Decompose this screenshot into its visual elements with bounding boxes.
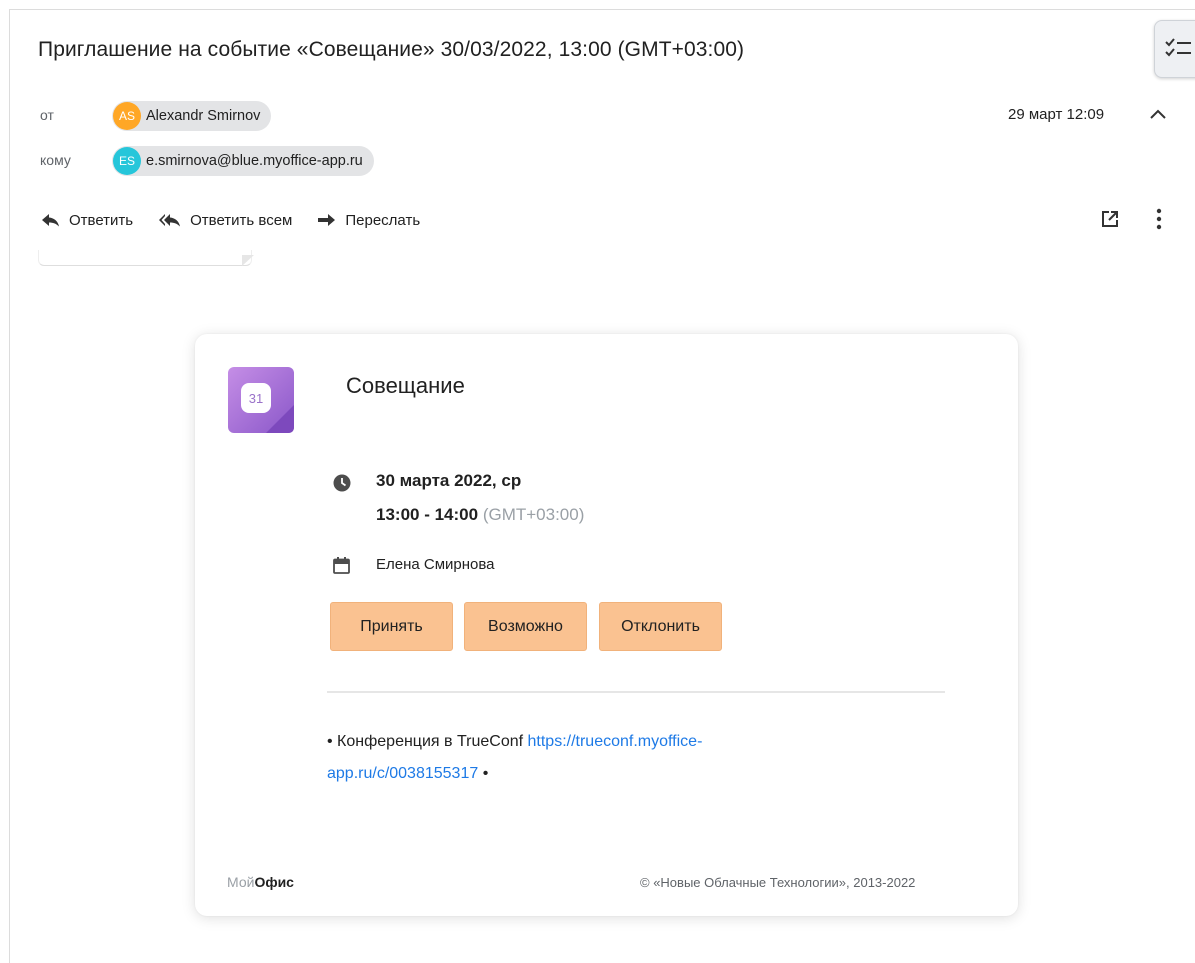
more-options-icon[interactable] [1155,208,1163,230]
event-organizer: Елена Смирнова [376,556,495,573]
calendar-icon [333,557,350,574]
clock-icon [333,474,351,492]
brand-light: Мой [227,874,255,890]
forward-label: Переслать [345,211,421,229]
copyright-text: © «Новые Облачные Технологии», 2013-2022 [640,875,916,890]
reply-all-icon [159,214,181,227]
open-in-new-window-icon[interactable] [1101,210,1119,228]
top-border [9,9,1195,10]
conference-suffix: • [478,765,489,782]
email-subject: Приглашение на событие «Совещание» 30/03… [38,38,745,61]
card-divider [327,691,945,693]
chevron-up-icon[interactable] [1149,108,1167,120]
task-toggle-button[interactable] [1154,20,1195,78]
sender-name: Alexandr Smirnov [146,108,261,124]
event-time: 13:00 - 14:00 (GMT+03:00) [376,505,584,525]
recipient-avatar: ES [113,147,141,175]
message-actions: Ответить Ответить всем Переслать [42,208,446,232]
decline-button[interactable]: Отклонить [599,602,722,651]
to-label: кому [40,152,71,168]
recipient-chip[interactable]: ES e.smirnova@blue.myoffice-app.ru [112,146,374,176]
event-timezone: (GMT+03:00) [482,505,585,524]
reply-label: Ответить [69,211,134,229]
forward-button[interactable]: Переслать [318,212,420,229]
conference-prefix: • Конференция в TrueConf [327,733,528,750]
maybe-button[interactable]: Возможно [464,602,587,651]
from-label: от [40,107,54,123]
event-invitation-card: 31 Совещание 30 марта 2022, ср 13:00 - 1… [195,334,1018,916]
message-date: 29 март 12:09 [1008,106,1105,123]
quoted-content-fragment [38,250,252,266]
brand-bold: Офис [254,874,294,890]
conference-info: • Конференция в TrueConf https://truecon… [327,726,827,790]
sender-avatar: AS [113,102,141,130]
brand-logo: МойОфис [227,874,294,890]
recipient-email: e.smirnova@blue.myoffice-app.ru [146,153,363,169]
calendar-app-icon: 31 [228,367,294,433]
event-time-range: 13:00 - 14:00 [376,505,479,524]
sender-chip[interactable]: AS Alexandr Smirnov [112,101,272,131]
forward-arrow-icon [318,214,336,226]
reply-icon [42,214,59,227]
checklist-icon [1165,38,1191,57]
calendar-icon-day: 31 [249,391,263,406]
reply-button[interactable]: Ответить [42,212,133,229]
left-border [9,9,10,963]
reply-all-label: Ответить всем [190,211,293,229]
quote-tail-shape [242,255,254,266]
event-date: 30 марта 2022, ср [376,471,522,490]
accept-button[interactable]: Принять [330,602,453,651]
event-title: Совещание [346,373,465,398]
reply-all-button[interactable]: Ответить всем [159,212,292,229]
